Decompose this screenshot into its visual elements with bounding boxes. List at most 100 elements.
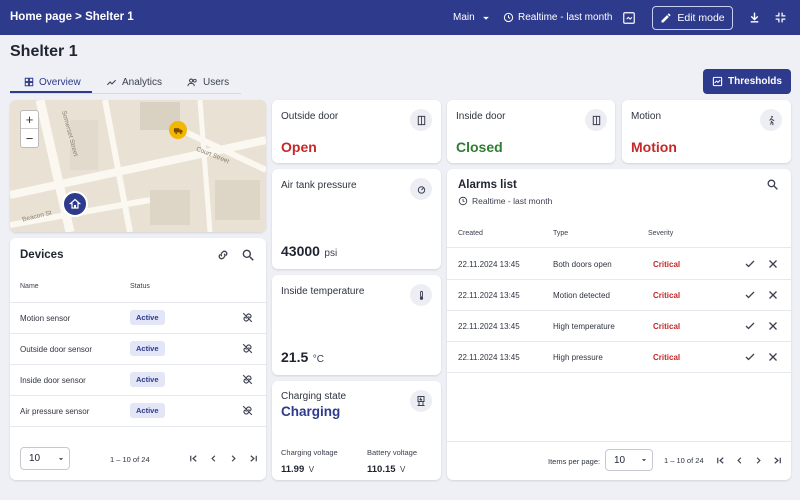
active-tab-indicator [10,91,92,93]
dashboard-state-select[interactable]: Main [453,0,493,35]
alarms-card: Alarms list Realtime - last month Create… [447,169,791,480]
thresholds-button[interactable]: Thresholds [703,69,791,94]
air-tank-label: Air tank pressure [281,180,357,191]
status-badge: Active [130,310,165,325]
next-page-icon[interactable] [228,453,239,464]
inside-door-value: Closed [456,139,503,155]
row-divider [10,302,266,303]
charging-state-card: Charging state Charging Charging voltage… [272,381,441,480]
inside-door-card: Inside door Closed [447,100,615,163]
outside-door-card: Outside door Open [272,100,441,163]
first-page-icon[interactable] [188,453,199,464]
column-header-type[interactable]: Type [553,230,568,237]
users-icon [187,78,197,86]
page-title: Shelter 1 [10,43,78,60]
tab-analytics[interactable]: Analytics [106,70,162,94]
tab-users[interactable]: Users [187,70,229,94]
battery-voltage-reading: 110.15 V [367,459,405,477]
last-page-icon[interactable] [248,453,259,464]
last-page-icon[interactable] [772,455,783,466]
outside-door-value: Open [281,139,317,155]
link-off-icon[interactable] [241,373,254,386]
check-icon[interactable] [744,289,756,301]
first-page-icon[interactable] [715,455,726,466]
row-divider [447,372,791,373]
breadcrumb[interactable]: Home page > Shelter 1 [10,11,134,23]
check-icon[interactable] [744,351,756,363]
row-divider [447,279,791,280]
close-icon[interactable] [767,351,779,363]
layout-icon[interactable] [622,11,636,25]
status-badge: Active [130,341,165,356]
check-icon[interactable] [744,320,756,332]
column-header-name[interactable]: Name [20,283,39,290]
zoom-in-button[interactable]: + [21,111,38,129]
timewindow-label: Realtime - last month [518,12,613,23]
edit-mode-button[interactable]: Edit mode [652,6,733,30]
prev-page-icon[interactable] [208,453,219,464]
charging-station-icon [410,390,432,412]
door-icon [585,109,607,131]
alarms-page-size-select[interactable]: 10 [605,449,653,471]
alarm-created: 22.11.2024 13:45 [458,291,520,300]
inside-temperature-reading: 21.5 °C [281,349,324,367]
close-icon[interactable] [767,258,779,270]
chart-line-icon [106,79,117,85]
link-off-icon[interactable] [241,404,254,417]
zoom-out-button[interactable]: − [21,129,38,147]
alarm-created: 22.11.2024 13:45 [458,353,520,362]
tab-users-label: Users [203,76,230,88]
map-widget[interactable]: Somerset Street Court Street Beacon St +… [10,100,266,232]
status-badge: Active [130,403,165,418]
search-icon[interactable] [766,178,779,191]
charging-voltage-value: 11.99 [281,464,305,475]
alarm-type: Motion detected [553,291,610,300]
row-divider [10,395,266,396]
search-icon[interactable] [241,248,255,262]
alarm-created: 22.11.2024 13:45 [458,260,520,269]
inside-temperature-label: Inside temperature [281,286,365,297]
items-per-page-label: Items per page: [548,457,601,466]
truck-pin-icon[interactable] [169,121,187,139]
download-icon[interactable] [748,11,761,24]
row-divider [447,310,791,311]
air-tank-value: 43000 [281,243,320,259]
alarms-page-size-value: 10 [614,454,626,466]
status-badge: Active [130,372,165,387]
check-icon[interactable] [744,258,756,270]
pagination-controls [188,453,259,464]
air-tank-reading: 43000 psi [281,243,337,261]
clock-icon [458,196,468,206]
device-name: Air pressure sensor [20,407,90,416]
home-pin-icon[interactable] [62,191,88,217]
column-header-severity[interactable]: Severity [648,230,673,237]
prev-page-icon[interactable] [734,455,745,466]
column-header-status[interactable]: Status [130,283,150,290]
link-icon[interactable] [216,248,230,262]
next-page-icon[interactable] [753,455,764,466]
alarm-severity: Critical [653,260,681,269]
alarm-severity: Critical [653,353,681,362]
close-icon[interactable] [767,320,779,332]
chart-box-icon [712,76,723,87]
walk-icon [760,109,782,131]
charging-voltage-unit: V [308,465,315,474]
close-icon[interactable] [767,289,779,301]
top-bar: Home page > Shelter 1 Main Realtime - la… [0,0,800,35]
battery-voltage-label: Battery voltage [367,448,418,457]
column-header-created[interactable]: Created [458,230,483,237]
clock-icon [503,12,514,23]
battery-voltage-unit: V [400,465,406,474]
page-size-value: 10 [29,453,41,464]
row-divider [447,247,791,248]
timewindow-button[interactable]: Realtime - last month [503,0,612,35]
tab-overview-label: Overview [39,76,81,88]
link-off-icon[interactable] [241,311,254,324]
page-size-select[interactable]: 10 [20,447,70,470]
chevron-down-icon [482,16,489,20]
chevron-down-icon [59,457,64,460]
device-name: Outside door sensor [20,345,93,354]
dashboard-icon [24,77,34,87]
fullscreen-exit-icon[interactable] [774,11,787,24]
link-off-icon[interactable] [241,342,254,355]
